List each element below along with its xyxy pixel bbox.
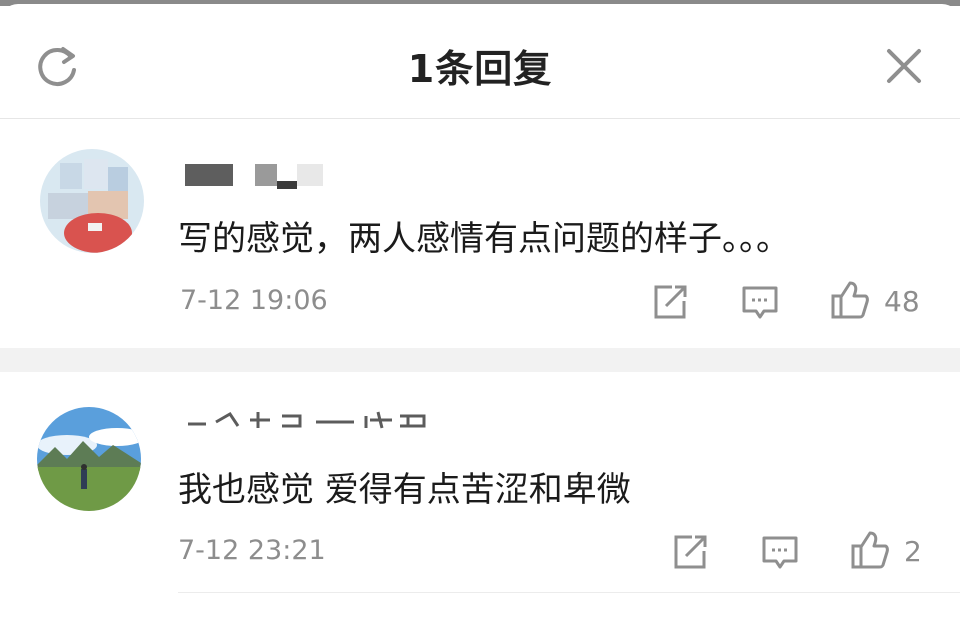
reply-sheet-screen: 1条回复 写的感觉，两人感情有点问题的样子。。。 7-12 19:06 48 我…: [0, 0, 960, 634]
reply-button[interactable]: [758, 530, 802, 574]
like-count: 48: [884, 285, 920, 318]
share-icon: [674, 535, 707, 569]
username-blur-block: [185, 164, 233, 186]
like-button[interactable]: [847, 528, 891, 572]
close-button[interactable]: [878, 40, 932, 94]
username-redacted[interactable]: [186, 410, 446, 430]
username-redacted[interactable]: [185, 161, 335, 191]
reply-button[interactable]: [738, 280, 782, 324]
like-icon: [831, 281, 869, 319]
avatar-landscape-icon: [37, 407, 141, 511]
section-divider: [0, 348, 960, 372]
avatar[interactable]: [37, 407, 141, 511]
comment-item: 我也感觉 爱得有点苦涩和卑微 7-12 23:21 2: [0, 372, 960, 592]
page-title: 1条回复: [407, 47, 553, 91]
divider: [178, 592, 960, 593]
comment-text: 写的感觉，两人感情有点问题的样子。。。: [178, 219, 790, 259]
comment-time: 7-12 23:21: [178, 535, 326, 566]
comment-item: 写的感觉，两人感情有点问题的样子。。。 7-12 19:06 48: [0, 119, 960, 348]
username-blur-block: [277, 181, 297, 189]
avatar[interactable]: [40, 149, 144, 253]
sheet-header: 1条回复: [0, 4, 960, 119]
comment-time: 7-12 19:06: [180, 285, 328, 316]
username-blur-block: [255, 164, 277, 186]
share-icon: [654, 285, 687, 319]
comment-text: 我也感觉 爱得有点苦涩和卑微: [178, 470, 631, 510]
like-icon: [851, 531, 889, 569]
username-blur-block: [297, 164, 323, 186]
share-button[interactable]: [648, 280, 692, 324]
like-count: 2: [904, 535, 922, 568]
reply-icon: [762, 536, 798, 569]
close-icon: [887, 49, 921, 83]
username-blur-strokes: [188, 411, 426, 429]
avatar-image-icon: [40, 149, 144, 253]
like-button[interactable]: [827, 278, 871, 322]
share-button[interactable]: [668, 530, 712, 574]
reply-icon: [742, 286, 778, 319]
